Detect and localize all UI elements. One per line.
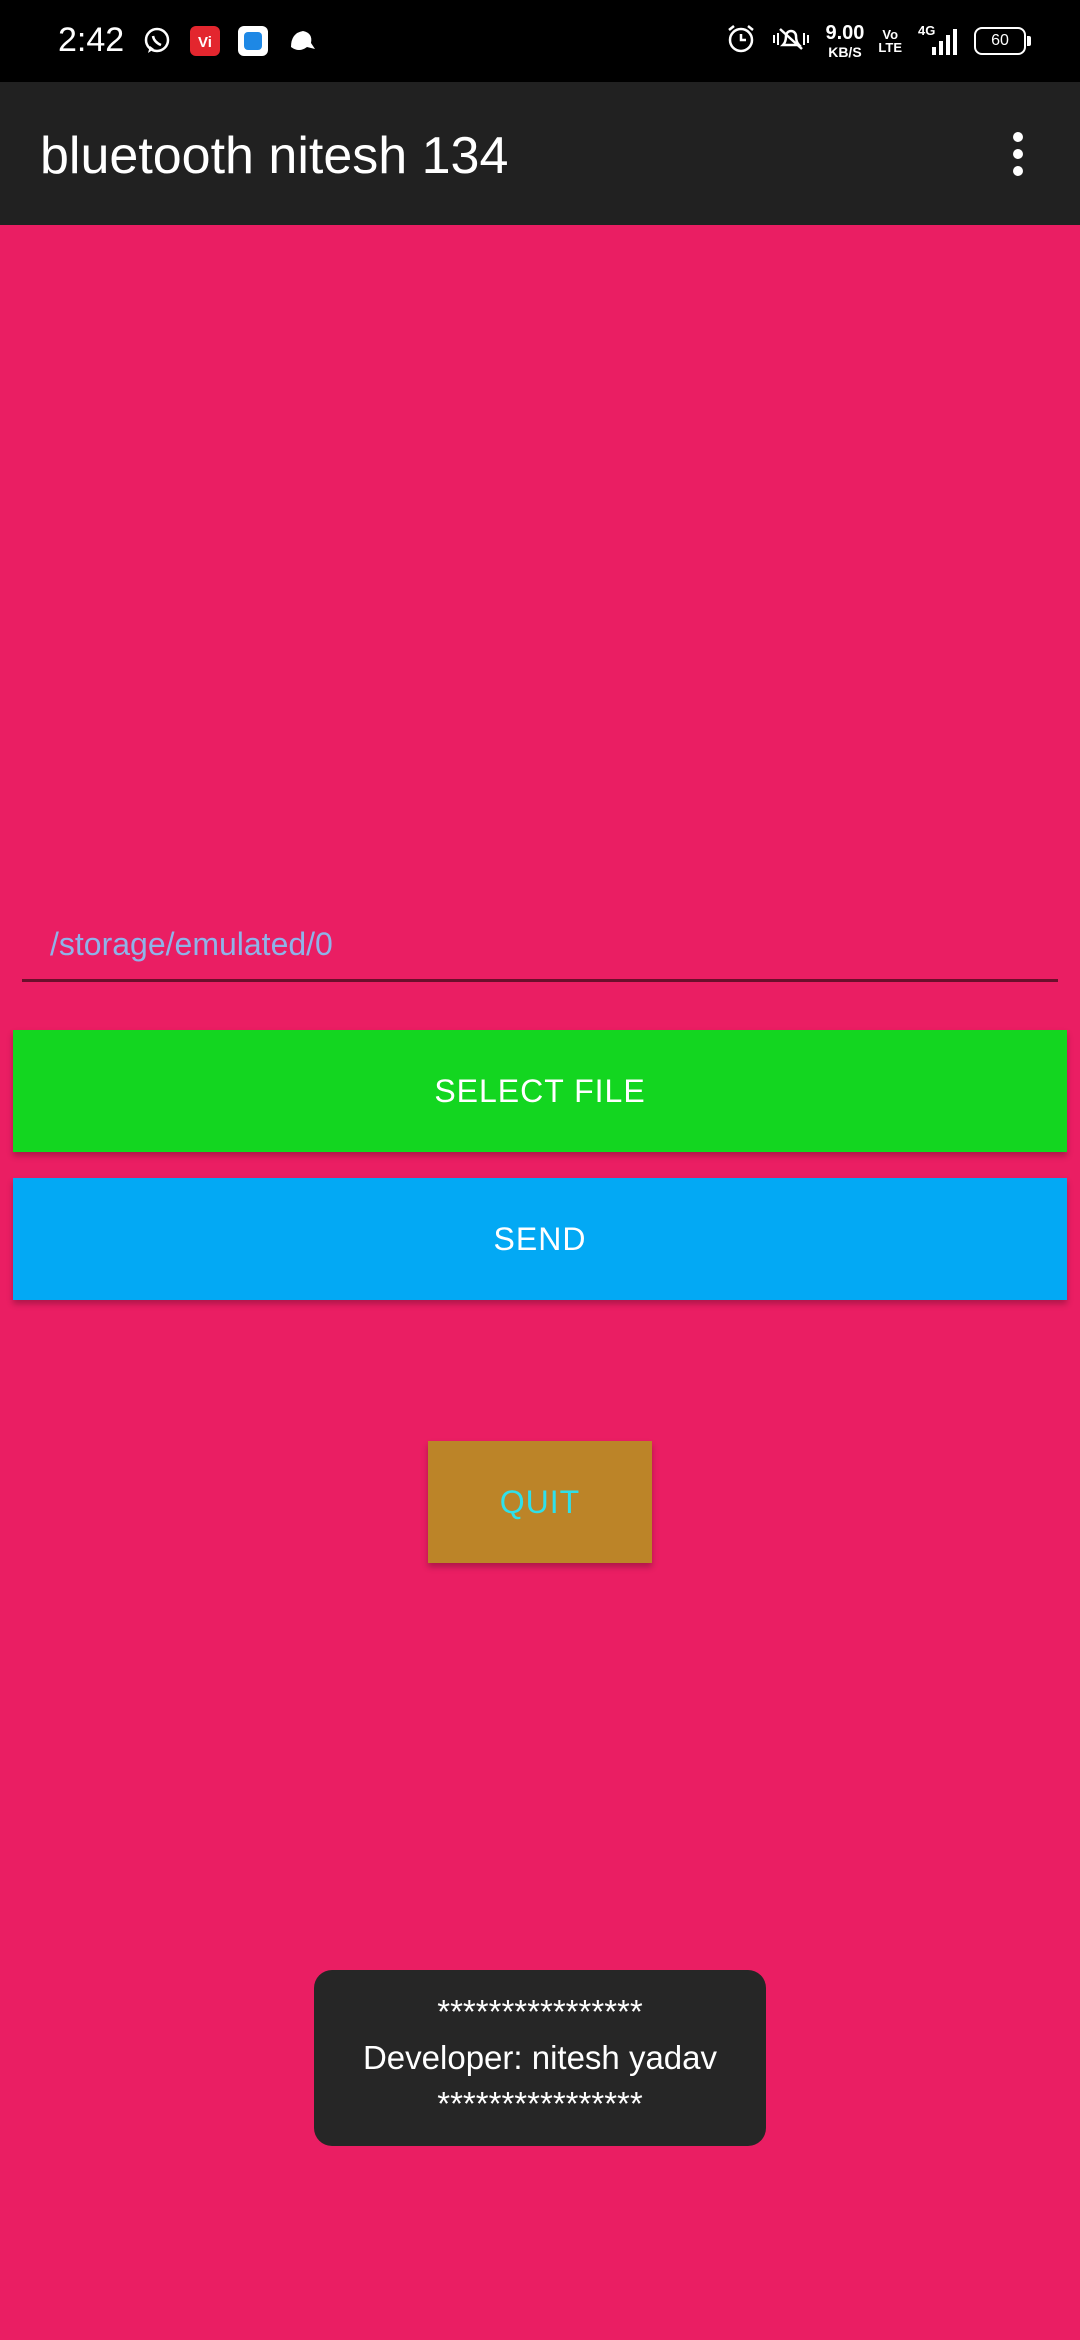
- toast-developer-text: Developer: nitesh yadav: [362, 2039, 718, 2076]
- developer-toast: **************** Developer: nitesh yadav…: [314, 1970, 766, 2146]
- send-button[interactable]: SEND: [13, 1178, 1067, 1300]
- volte-indicator: Vo LTE: [878, 28, 902, 54]
- battery-icon: 60: [974, 27, 1031, 55]
- svg-text:Vi: Vi: [198, 34, 212, 51]
- notification-icon: [284, 24, 318, 58]
- mute-vibrate-icon: [771, 23, 811, 59]
- toast-line-1: ****************: [437, 1993, 643, 2030]
- select-file-button[interactable]: SELECT FILE: [13, 1030, 1067, 1152]
- vi-icon: Vi: [188, 24, 222, 58]
- volte-bottom: LTE: [878, 40, 902, 55]
- alarm-icon: [725, 23, 757, 59]
- overflow-menu-icon[interactable]: [986, 122, 1050, 186]
- app-bar: bluetooth nitesh 134: [0, 82, 1080, 225]
- file-path-input[interactable]: /storage/emulated/0: [22, 910, 1058, 982]
- network-speed: 9.00 KB/S: [825, 23, 864, 59]
- speed-value: 9.00: [825, 22, 865, 44]
- signal-icon: 4G: [916, 23, 960, 57]
- status-bar: 2:42 Vi 9.00 KB/S Vo LTE 4G 60: [0, 0, 1080, 82]
- speed-unit: KB/S: [828, 44, 862, 60]
- notification-icons: Vi: [140, 22, 318, 60]
- app-title: bluetooth nitesh 134: [40, 127, 509, 185]
- status-time: 2:42: [58, 21, 125, 59]
- whatsapp-icon: [140, 24, 174, 58]
- system-icons: 9.00 KB/S Vo LTE 4G 60: [725, 16, 1031, 66]
- quit-button[interactable]: QUIT: [428, 1441, 652, 1563]
- toast-line-3: ****************: [437, 2085, 643, 2122]
- file-path-value: /storage/emulated/0: [50, 926, 333, 962]
- app-icon: [236, 24, 270, 58]
